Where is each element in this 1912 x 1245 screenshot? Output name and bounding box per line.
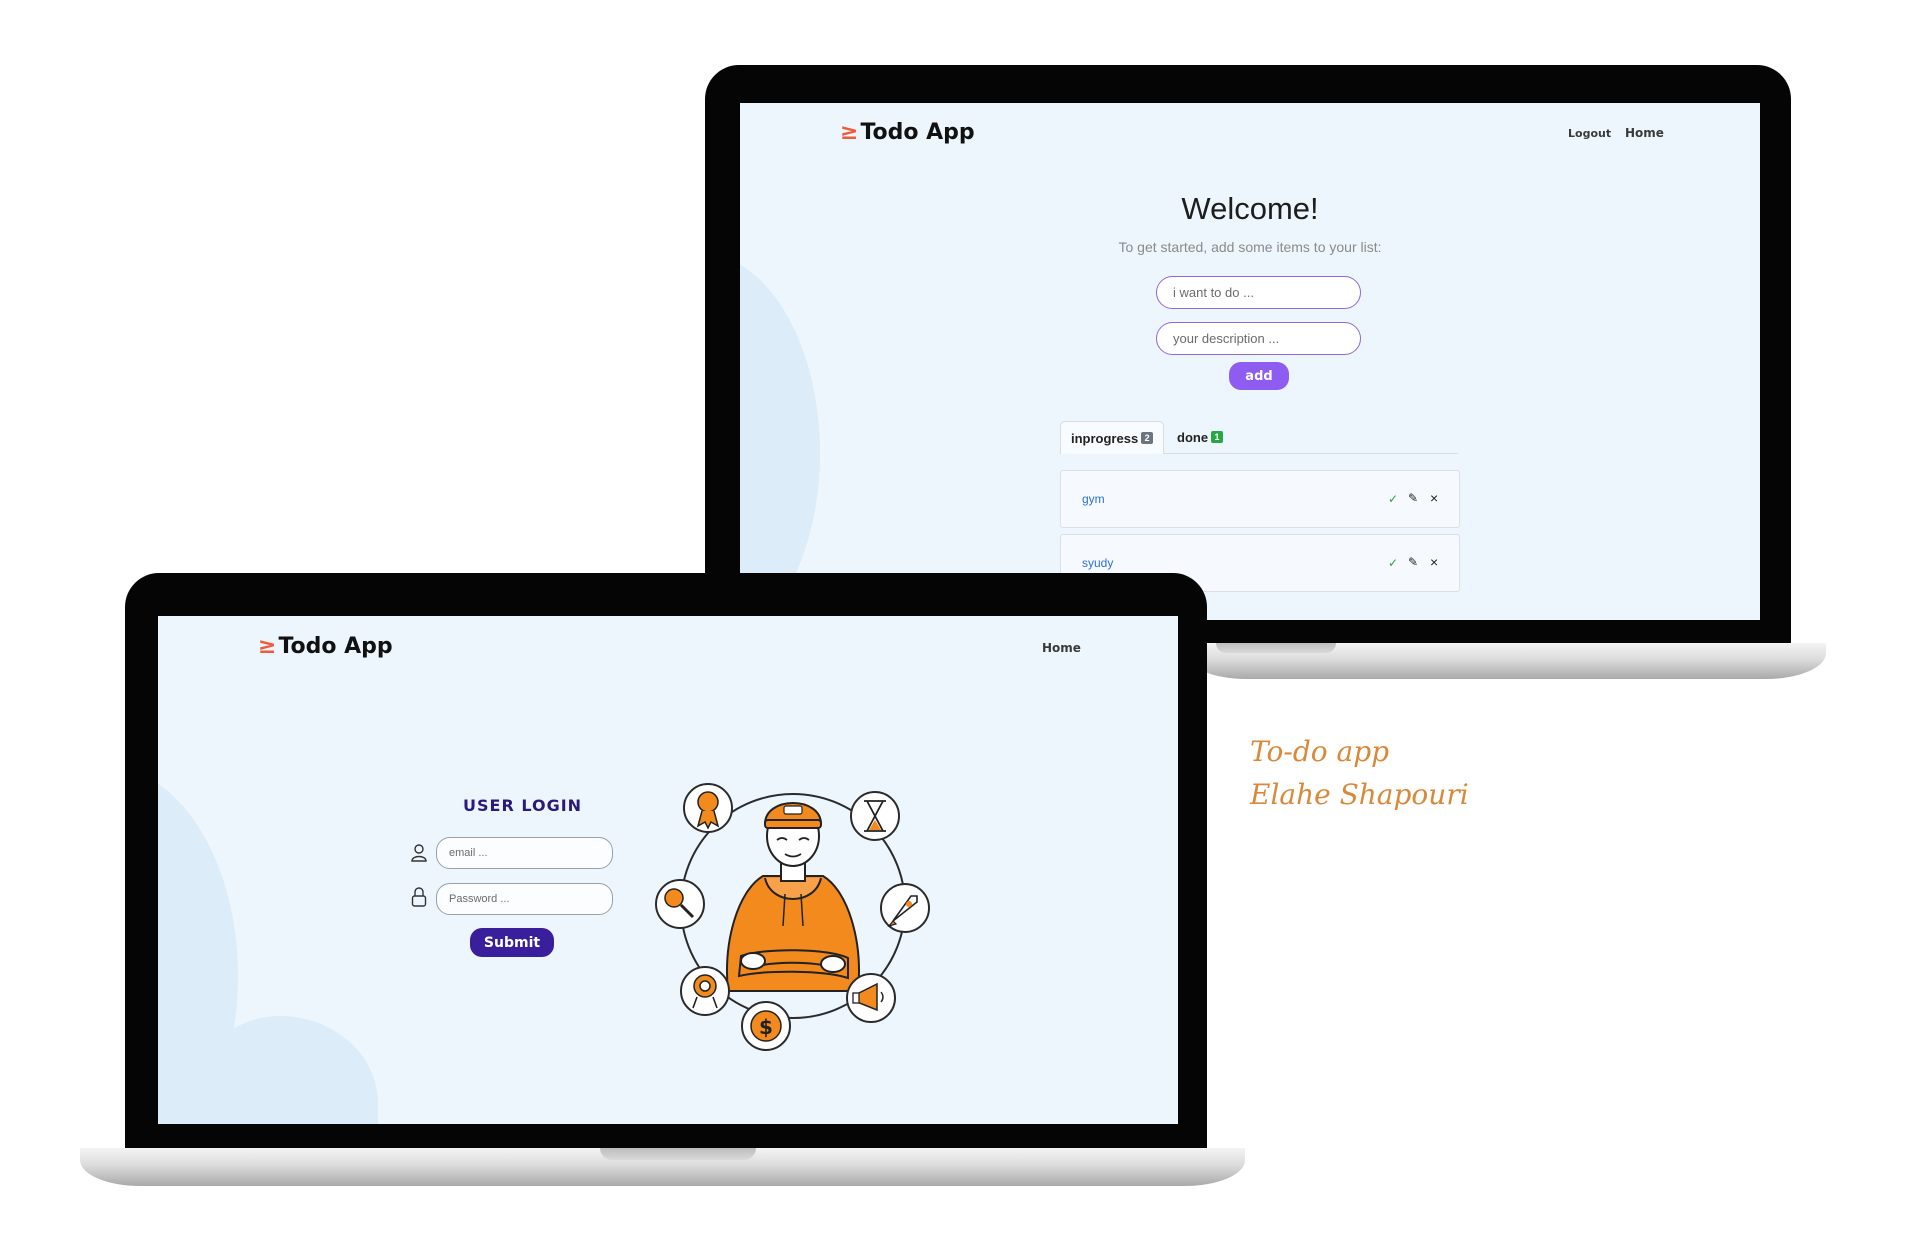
caption-title: To-do app <box>1250 735 1390 768</box>
logo-bolt-icon: ≥ <box>258 634 277 659</box>
search-icon <box>655 879 705 929</box>
app-logo[interactable]: ≥ Todo App <box>258 634 393 659</box>
lock-icon <box>411 887 427 907</box>
app-name: Todo App <box>860 120 975 145</box>
logo-bolt-icon: ≥ <box>840 120 859 145</box>
todo-description-input[interactable] <box>1156 322 1361 355</box>
laptop-notch <box>1216 643 1336 653</box>
app-name: Todo App <box>278 634 393 659</box>
home-link[interactable]: Home <box>1625 126 1664 140</box>
add-button[interactable]: add <box>1229 362 1289 390</box>
award-icon <box>683 783 733 833</box>
tab-label: inprogress <box>1071 430 1139 446</box>
check-icon[interactable]: ✓ <box>1388 492 1398 506</box>
person-figure <box>726 802 860 992</box>
todo-item-text: gym <box>1082 492 1105 506</box>
target-icon <box>680 966 730 1016</box>
todo-screen: ≥ Todo App Logout Home Welcome! To get s… <box>740 103 1760 620</box>
todo-title-input[interactable] <box>1156 276 1361 309</box>
tab-label: done <box>1177 429 1209 445</box>
megaphone-icon <box>846 973 896 1023</box>
hourglass-icon <box>850 791 900 841</box>
app-logo[interactable]: ≥ Todo App <box>840 120 975 145</box>
delete-icon[interactable]: × <box>1430 554 1438 570</box>
laptop-notch <box>600 1148 756 1160</box>
welcome-subtitle: To get started, add some items to your l… <box>1118 239 1382 255</box>
dollar-icon: $ <box>741 1001 791 1051</box>
password-input[interactable] <box>436 883 613 915</box>
check-icon[interactable]: ✓ <box>1388 556 1398 570</box>
background-blob <box>740 253 820 620</box>
rocket-icon <box>880 883 930 933</box>
home-link[interactable]: Home <box>1042 641 1081 655</box>
edit-icon[interactable]: ✎ <box>1408 555 1418 569</box>
delete-icon[interactable]: × <box>1430 490 1438 506</box>
todo-item-text: syudy <box>1082 556 1114 570</box>
person-illustration: $ <box>655 783 930 1051</box>
logout-link[interactable]: Logout <box>1568 127 1611 140</box>
edit-icon[interactable]: ✎ <box>1408 491 1418 505</box>
welcome-title: Welcome! <box>1181 191 1319 226</box>
tab-inprogress[interactable]: inprogress 2 <box>1060 421 1165 454</box>
login-title: USER LOGIN <box>463 796 583 815</box>
done-count-badge: 1 <box>1211 431 1224 443</box>
caption-author: Elahe Shapouri <box>1250 778 1469 811</box>
todo-item[interactable]: gym ✓ ✎ × <box>1060 470 1460 528</box>
email-input[interactable] <box>436 837 613 869</box>
login-screen: ≥ Todo App Home USER LOGIN Submit <box>158 616 1178 1124</box>
inprogress-count-badge: 2 <box>1141 432 1154 444</box>
svg-text:$: $ <box>759 1015 773 1039</box>
user-icon <box>411 844 427 862</box>
tab-done[interactable]: done 1 <box>1177 421 1224 453</box>
submit-button[interactable]: Submit <box>470 928 554 957</box>
